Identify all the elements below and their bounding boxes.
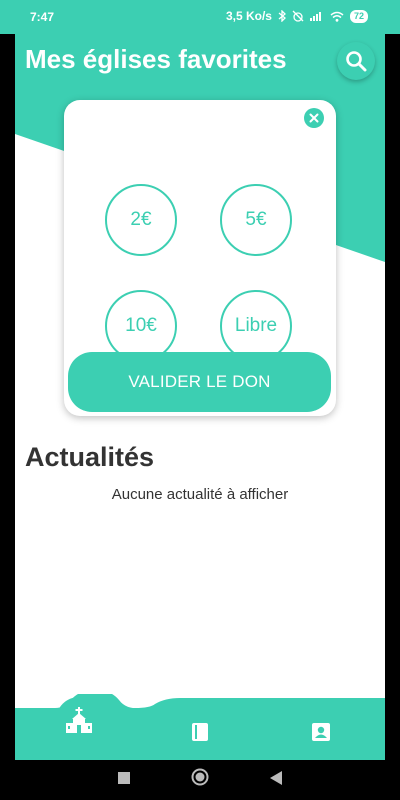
contact-icon	[312, 723, 330, 741]
nav-contact-button[interactable]	[308, 719, 334, 745]
bluetooth-icon	[278, 10, 286, 22]
status-time: 7:47	[30, 10, 55, 24]
alarm-off-icon	[292, 10, 304, 22]
amount-5-euro[interactable]: 5€	[220, 184, 292, 256]
search-button[interactable]	[337, 42, 375, 80]
system-nav-bar	[0, 760, 400, 800]
church-icon	[66, 707, 92, 733]
search-icon	[346, 51, 367, 72]
news-section-title: Actualités	[25, 442, 155, 472]
network-speed: 3,5 Ko/s	[225, 9, 272, 23]
status-icons: 3,5 Ko/s 72	[226, 9, 368, 23]
amount-2-euro[interactable]: 2€	[105, 184, 177, 256]
validate-donation-button[interactable]: VALIDER LE DON	[68, 352, 331, 412]
nav-churches-button[interactable]	[56, 697, 102, 743]
wifi-icon	[330, 11, 344, 22]
close-icon	[309, 113, 319, 123]
book-icon	[192, 723, 208, 741]
close-button[interactable]	[304, 108, 324, 128]
donation-card: 2€ 5€ 10€ Libre VALIDER LE DON	[64, 100, 336, 416]
nav-book-button[interactable]	[187, 719, 213, 745]
app-screen: Mes églises favorites 2€ 5€ 10€ Libre VA…	[15, 34, 385, 760]
battery-icon: 72	[349, 9, 368, 23]
status-bar: 7:47 3,5 Ko/s 72	[0, 0, 400, 34]
page-title: Mes églises favorites	[25, 44, 287, 74]
news-empty-message: Aucune actualité à afficher	[111, 486, 289, 503]
recent-apps-icon[interactable]	[118, 772, 130, 784]
back-icon[interactable]	[270, 771, 282, 785]
home-icon[interactable]	[191, 768, 209, 786]
signal-icon	[309, 11, 324, 21]
